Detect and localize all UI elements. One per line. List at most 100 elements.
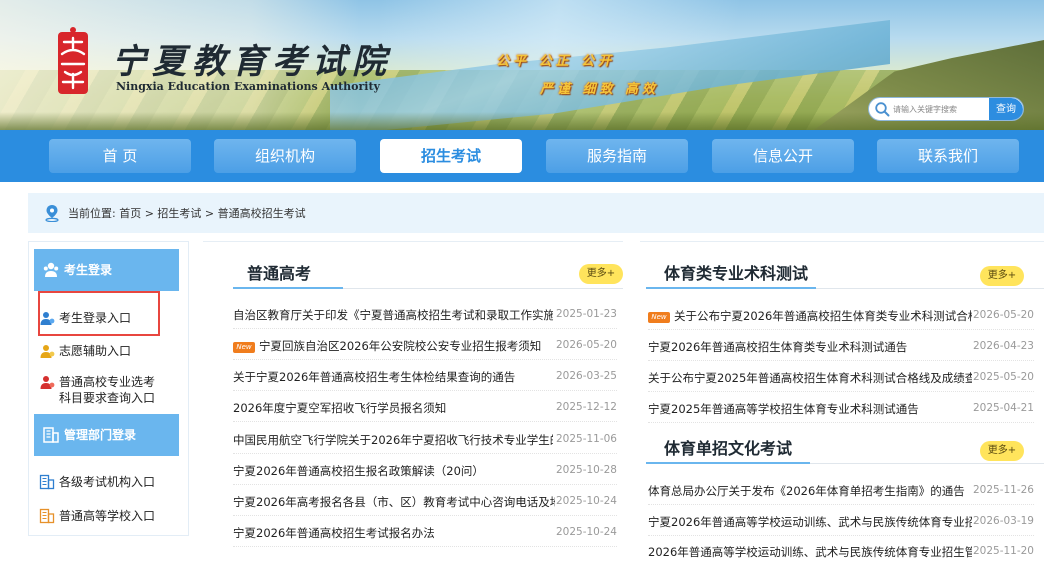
news-date: 2026-04-23 [972, 340, 1034, 352]
gaokao-section: 普通高考 更多+ 自治区教育厅关于印发《宁夏普通高校招生考试和录取工作实施方..… [203, 241, 623, 561]
news-row[interactable]: 2026年普通高等学校运动训练、武术与民族传统体育专业招生管... 2025-1… [648, 536, 1034, 561]
sports-single-title-underline [646, 462, 810, 464]
user-icon [40, 345, 55, 358]
news-title[interactable]: 宁夏2025年普通高等学校招生体育专业术科测试通告 [648, 401, 972, 417]
news-row[interactable]: 宁夏2025年普通高等学校招生体育专业术科测试通告 2025-04-21 [648, 393, 1034, 423]
news-row[interactable]: 关于宁夏2026年普通高校招生考生体检结果查询的通告 2026-03-25 [233, 361, 617, 391]
news-title[interactable]: 关于宁夏2026年普通高校招生考生体检结果查询的通告 [233, 369, 553, 385]
site-title-english: Ningxia Education Examinations Authority [116, 80, 380, 93]
news-row[interactable]: 2026年度宁夏空军招收飞行学员报名须知 2025-12-12 [233, 392, 617, 422]
news-title[interactable]: 关于公布宁夏2025年普通高校招生体育术科测试合格线及成绩查... [648, 370, 972, 386]
news-title[interactable]: 宁夏2026年普通高校招生考试报名办法 [233, 525, 553, 541]
sports-single-more-button[interactable]: 更多+ [980, 441, 1024, 461]
news-date: 2026-05-20 [972, 309, 1034, 321]
news-date: 2025-05-20 [972, 371, 1034, 383]
news-date: 2025-01-23 [555, 308, 617, 320]
news-row[interactable]: 宁夏2026年高考报名各县（市、区）教育考试中心咨询电话及地址 2025-10-… [233, 486, 617, 516]
main-nav: 首 页 组织机构 招生考试 服务指南 信息公开 联系我们 [0, 130, 1044, 182]
news-row[interactable]: 宁夏2026年普通高等学校运动训练、武术与民族传统体育专业招... 2026-0… [648, 506, 1034, 536]
news-row[interactable]: New 宁夏回族自治区2026年公安院校公安专业招生报考须知 2026-05-20 [233, 330, 617, 360]
student-login-title: 考生登录 [64, 263, 113, 277]
site-title: 宁夏教育考试院 [112, 42, 392, 82]
gaokao-more-button[interactable]: 更多+ [579, 264, 623, 284]
volunteer-assist-entry[interactable]: 志愿辅助入口 [40, 343, 132, 359]
news-title-text: 宁夏回族自治区2026年公安院校公安专业招生报考须知 [259, 339, 542, 353]
nav-organization[interactable]: 组织机构 [214, 139, 356, 173]
slogan-line-2: 严谨 细致 高效 [540, 82, 660, 97]
news-date: 2026-05-20 [555, 339, 617, 351]
admin-login-header: 管理部门登录 [34, 414, 179, 456]
news-date: 2025-10-24 [555, 526, 617, 538]
nav-public-info[interactable]: 信息公开 [712, 139, 854, 173]
building-icon [39, 474, 55, 490]
news-row[interactable]: 关于公布宁夏2025年普通高校招生体育术科测试合格线及成绩查... 2025-0… [648, 362, 1034, 392]
news-row[interactable]: 自治区教育厅关于印发《宁夏普通高校招生考试和录取工作实施方... 2025-01… [233, 299, 617, 329]
user-icon [40, 376, 55, 389]
news-title[interactable]: 宁夏2026年普通高校招生报名政策解读（20问） [233, 463, 553, 479]
news-title-text: 关于公布宁夏2026年普通高校招生体育类专业术科测试合格... [674, 309, 972, 323]
sports-test-title[interactable]: 体育类专业术科测试 [664, 260, 808, 284]
news-title[interactable]: 自治区教育厅关于印发《宁夏普通高校招生考试和录取工作实施方... [233, 307, 553, 323]
search-box: 查询 [868, 97, 1024, 121]
nav-home[interactable]: 首 页 [49, 139, 191, 173]
news-date: 2025-12-12 [555, 401, 617, 413]
news-row[interactable]: 体育总局办公厅关于发布《2026年体育单招考生指南》的通告 2025-11-26 [648, 475, 1034, 505]
building-icon [43, 427, 59, 443]
news-title[interactable]: 中国民用航空飞行学院关于2026年宁夏招收飞行技术专业学生的... [233, 432, 553, 448]
sports-test-divider [816, 288, 1044, 289]
breadcrumb-text[interactable]: 当前位置: 首页 > 招生考试 > 普通高校招生考试 [68, 205, 306, 221]
building-icon [39, 508, 55, 524]
news-row[interactable]: 宁夏2026年普通高校招生体育类专业术科测试通告 2026-04-23 [648, 331, 1034, 361]
gaokao-title-underline [233, 287, 343, 289]
sidebar: 考生登录 考生登录入口 志愿辅助入口 普通高校专业选考科目要求查询入口 管理部门… [28, 241, 189, 536]
news-date: 2025-11-06 [555, 433, 617, 445]
news-title[interactable]: 宁夏2026年高考报名各县（市、区）教育考试中心咨询电话及地址 [233, 494, 555, 510]
university-entry-label: 普通高等学校入口 [59, 509, 156, 523]
sports-test-title-underline [646, 287, 816, 289]
users-icon [43, 262, 59, 277]
university-entry[interactable]: 普通高等学校入口 [39, 508, 156, 524]
exam-agency-entry[interactable]: 各级考试机构入口 [39, 474, 155, 490]
news-date: 2026-03-19 [972, 515, 1034, 527]
slogan-line-1: 公平 公正 公开 [496, 54, 616, 69]
logo-seal-icon[interactable] [50, 26, 96, 102]
location-pin-icon [45, 205, 59, 222]
sports-single-title[interactable]: 体育单招文化考试 [664, 435, 792, 459]
news-title[interactable]: 体育总局办公厅关于发布《2026年体育单招考生指南》的通告 [648, 483, 972, 499]
news-title[interactable]: 宁夏2026年普通高校招生体育类专业术科测试通告 [648, 339, 972, 355]
nav-contact[interactable]: 联系我们 [877, 139, 1019, 173]
news-date: 2025-04-21 [972, 402, 1034, 414]
news-row[interactable]: 宁夏2026年普通高校招生报名政策解读（20问） 2025-10-28 [233, 455, 617, 485]
search-icon [875, 102, 890, 117]
news-date: 2025-10-24 [555, 495, 617, 507]
subject-requirement-query-entry[interactable]: 普通高校专业选考科目要求查询入口 [40, 374, 159, 406]
student-login-header: 考生登录 [34, 249, 179, 291]
volunteer-assist-entry-label: 志愿辅助入口 [59, 344, 132, 358]
news-title[interactable]: 2026年度宁夏空军招收飞行学员报名须知 [233, 400, 553, 416]
admin-login-title: 管理部门登录 [64, 428, 137, 442]
gaokao-title[interactable]: 普通高考 [247, 260, 311, 284]
highlight-annotation [38, 291, 160, 336]
new-badge: New [233, 342, 255, 353]
sports-single-divider [810, 463, 1044, 464]
gaokao-divider [343, 288, 623, 289]
news-date: 2025-10-28 [555, 464, 617, 476]
news-title[interactable]: 宁夏2026年普通高等学校运动训练、武术与民族传统体育专业招... [648, 514, 972, 530]
news-row[interactable]: 宁夏2026年普通高校招生考试报名办法 2025-10-24 [233, 517, 617, 547]
news-row[interactable]: New 关于公布宁夏2026年普通高校招生体育类专业术科测试合格... 2026-… [648, 300, 1034, 330]
subject-requirement-query-label: 普通高校专业选考科目要求查询入口 [59, 375, 156, 405]
sports-test-more-button[interactable]: 更多+ [980, 266, 1024, 286]
news-title[interactable]: New 宁夏回族自治区2026年公安院校公安专业招生报考须知 [233, 338, 553, 354]
nav-service-guide[interactable]: 服务指南 [546, 139, 688, 173]
breadcrumb: 当前位置: 首页 > 招生考试 > 普通高校招生考试 [28, 193, 1044, 233]
news-title[interactable]: New 关于公布宁夏2026年普通高校招生体育类专业术科测试合格... [648, 308, 972, 324]
news-row[interactable]: 中国民用航空飞行学院关于2026年宁夏招收飞行技术专业学生的... 2025-1… [233, 424, 617, 454]
news-date: 2025-11-20 [972, 545, 1034, 557]
header-banner: 宁夏教育考试院 Ningxia Education Examinations A… [0, 0, 1044, 130]
news-title[interactable]: 2026年普通高等学校运动训练、武术与民族传统体育专业招生管... [648, 544, 972, 560]
search-button[interactable]: 查询 [989, 98, 1023, 120]
search-input[interactable] [893, 101, 987, 117]
news-date: 2026-03-25 [555, 370, 617, 382]
nav-admissions[interactable]: 招生考试 [380, 139, 522, 173]
new-badge: New [648, 312, 670, 323]
